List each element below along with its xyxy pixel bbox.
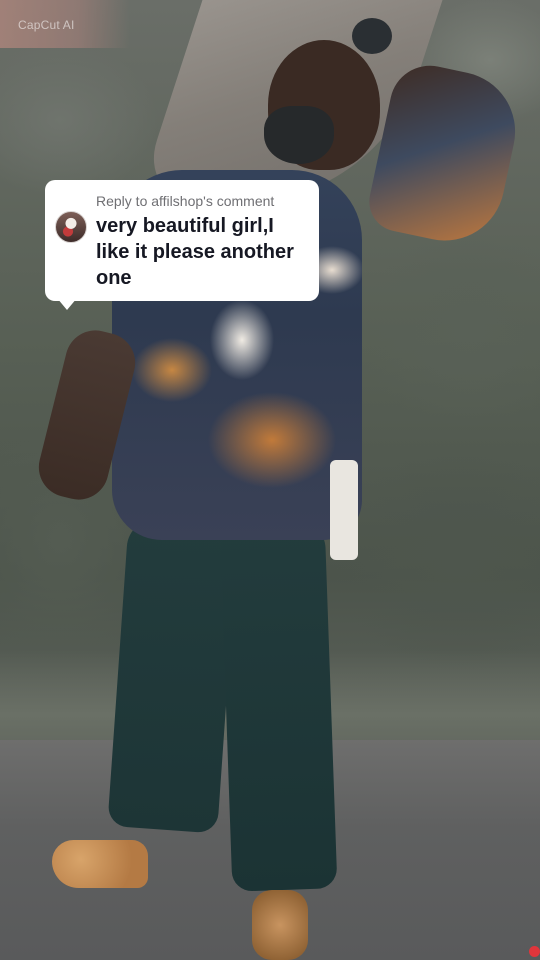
person-bag [330, 460, 358, 560]
person-left-leg [107, 516, 239, 834]
reply-header-label: Reply to affilshop's comment [96, 193, 275, 209]
reply-sticker-tail [57, 298, 77, 310]
person-left-shoe [52, 840, 148, 888]
person-right-leg [219, 518, 338, 892]
reply-comment-sticker[interactable]: Reply to affilshop's comment very beauti… [45, 180, 319, 301]
person-hair-bun [352, 18, 392, 54]
person-face-mask [264, 106, 334, 164]
video-frame[interactable]: CapCut AI Reply to affilshop's comment v… [0, 0, 540, 960]
person-right-shoe [252, 890, 308, 960]
reply-comment-text: very beautiful girl,I like it please ano… [96, 215, 294, 289]
record-indicator-icon [529, 946, 540, 957]
user-avatar-icon[interactable] [55, 211, 87, 243]
capcut-watermark: CapCut AI [18, 18, 75, 32]
